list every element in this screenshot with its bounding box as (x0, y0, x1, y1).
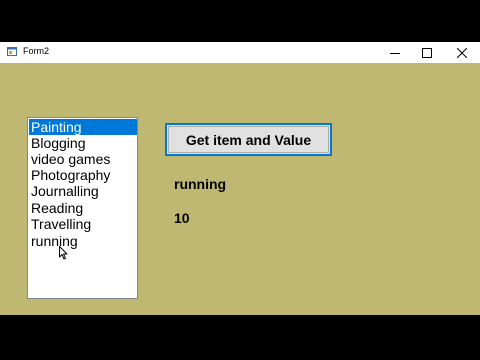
minimize-icon (390, 52, 400, 54)
selected-item-label: running (174, 176, 227, 192)
close-icon (457, 47, 467, 58)
list-item[interactable]: Travelling (29, 216, 137, 232)
list-item[interactable]: Blogging (29, 135, 137, 151)
title-bar[interactable]: Form2 (0, 42, 480, 63)
maximize-button[interactable] (410, 42, 444, 63)
list-item[interactable]: Reading (29, 200, 137, 216)
form-app-icon (7, 47, 17, 56)
list-item[interactable]: running (29, 233, 137, 249)
list-item[interactable]: Photography (29, 167, 137, 183)
close-button[interactable] (445, 42, 479, 63)
window-title: Form2 (23, 46, 50, 56)
list-item[interactable]: Painting (29, 119, 137, 135)
selected-value-label: 10 (174, 210, 190, 226)
button-label: Get item and Value (185, 131, 312, 148)
form-window: Form2 Painting Blogging video games Phot… (0, 42, 480, 315)
hobbies-listbox[interactable]: Painting Blogging video games Photograph… (27, 117, 138, 299)
list-item[interactable]: Journalling (29, 183, 137, 199)
get-item-and-value-button[interactable]: Get item and Value (165, 123, 332, 156)
minimize-button[interactable] (378, 42, 412, 63)
list-item[interactable]: video games (29, 151, 137, 167)
maximize-icon (422, 47, 432, 58)
mouse-cursor-icon (59, 246, 68, 260)
